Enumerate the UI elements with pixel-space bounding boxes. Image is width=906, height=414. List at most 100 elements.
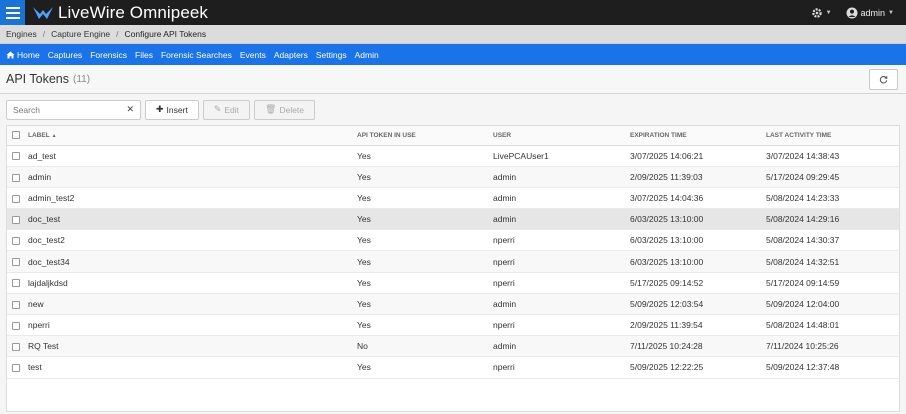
token-count: (11) [73, 73, 91, 85]
row-checkbox[interactable] [12, 173, 20, 182]
row-checkbox[interactable] [12, 343, 20, 352]
cell-label: admin [28, 166, 357, 188]
cell-expiration: 5/09/2025 12:03:54 [630, 293, 766, 316]
column-header-in-use[interactable]: API Token in Use [357, 126, 493, 146]
nav-home[interactable]: Home [6, 50, 40, 60]
cell-label: test [28, 356, 357, 379]
nav-adapters[interactable]: Adapters [274, 50, 308, 60]
bird-logo-icon [33, 6, 53, 19]
cell-in-use: Yes [357, 145, 493, 167]
refresh-button[interactable] [869, 69, 898, 90]
edit-label: Edit [224, 104, 240, 115]
column-header-label[interactable]: Label ▲ [28, 126, 357, 146]
delete-label: Delete [279, 104, 305, 115]
insert-label: Insert [166, 104, 188, 115]
edit-button[interactable]: ✎ Edit [202, 99, 251, 120]
sort-ascending-icon: ▲ [51, 132, 57, 139]
nav-forensic-searches[interactable]: Forensic Searches [161, 50, 232, 60]
cell-user: nperri [493, 272, 630, 294]
cell-last-activity: 5/08/2024 14:23:33 [766, 187, 899, 210]
row-checkbox[interactable] [12, 279, 20, 288]
cell-last-activity: 5/08/2024 14:32:51 [766, 250, 899, 273]
table-row[interactable]: doc_test Yes admin 6/03/2025 13:10:00 5/08/2… [7, 208, 899, 231]
cell-label: ad_test [28, 145, 357, 167]
row-checkbox[interactable] [12, 194, 20, 203]
cell-in-use: No [357, 335, 493, 358]
cell-expiration: 3/07/2025 14:06:21 [630, 145, 766, 167]
table-row[interactable]: new Yes admin 5/09/2025 12:03:54 5/09/2024 1… [7, 293, 899, 316]
delete-button[interactable]: 🗑 Delete [254, 99, 316, 120]
nav-admin[interactable]: Admin [355, 50, 379, 60]
cell-expiration: 3/07/2025 14:04:36 [630, 187, 766, 210]
row-checkbox[interactable] [12, 215, 20, 224]
nav-events[interactable]: Events [240, 50, 266, 60]
cell-in-use: Yes [357, 229, 493, 252]
toolbar: ✕ ✚ Insert ✎ Edit 🗑 Delete [0, 97, 906, 122]
cell-expiration: 6/03/2025 13:10:00 [630, 229, 766, 252]
cell-in-use: Yes [357, 314, 493, 337]
cell-in-use: Yes [357, 187, 493, 210]
column-header-last-activity[interactable]: Last Activity Time [766, 126, 899, 146]
tokens-table-container: Label ▲ API Token in Use User Expiration … [6, 125, 900, 412]
table-row[interactable]: test Yes nperri 5/09/2025 12:22:25 5/09/2024… [7, 356, 899, 379]
cell-label: doc_test2 [28, 229, 357, 252]
table-header-row: Label ▲ API Token in Use User Expiration … [7, 126, 899, 146]
main-nav: Home Captures Forensics Files Forensic S… [0, 44, 906, 65]
cell-label: new [28, 293, 357, 316]
cell-expiration: 6/03/2025 13:10:00 [630, 208, 766, 231]
main-content: API Tokens (11) ✕ ✚ Insert ✎ Edit 🗑 Dele… [0, 65, 906, 414]
table-row[interactable]: admin Yes admin 2/09/2025 11:39:03 5/17/2024… [7, 166, 899, 188]
cell-label: nperri [28, 314, 357, 337]
row-checkbox[interactable] [12, 321, 20, 330]
column-header-expiration[interactable]: Expiration Time [630, 126, 766, 146]
insert-button[interactable]: ✚ Insert [145, 99, 199, 120]
cell-in-use: Yes [357, 166, 493, 188]
cell-in-use: Yes [357, 272, 493, 294]
breadcrumb-engines[interactable]: Engines [6, 29, 37, 39]
search-input[interactable] [13, 104, 127, 115]
nav-home-label: Home [17, 49, 40, 60]
nav-forensics[interactable]: Forensics [90, 50, 127, 60]
cell-expiration: 6/03/2025 13:10:00 [630, 250, 766, 273]
row-checkbox[interactable] [12, 258, 20, 267]
nav-captures[interactable]: Captures [48, 50, 83, 60]
cell-label: doc_test34 [28, 250, 357, 273]
row-checkbox[interactable] [12, 300, 20, 309]
row-checkbox[interactable] [12, 152, 20, 161]
cell-user: nperri [493, 314, 630, 337]
user-menu[interactable]: admin ▼ [846, 7, 894, 19]
table-row[interactable]: doc_test34 Yes nperri 6/03/2025 13:10:00 5/0… [7, 250, 899, 273]
chevron-down-icon: ▼ [888, 9, 894, 16]
cell-last-activity: 5/08/2024 14:30:37 [766, 229, 899, 252]
breadcrumb-separator: / [42, 29, 46, 39]
cell-user: admin [493, 208, 630, 231]
row-checkbox[interactable] [12, 364, 20, 373]
nav-files[interactable]: Files [135, 50, 153, 60]
cell-user: nperri [493, 250, 630, 273]
cell-user: admin [493, 293, 630, 316]
plus-icon: ✚ [156, 104, 164, 114]
cell-expiration: 5/17/2025 09:14:52 [630, 272, 766, 294]
breadcrumb-capture-engine[interactable]: Capture Engine [51, 29, 110, 39]
row-checkbox[interactable] [12, 237, 20, 246]
breadcrumb-current: Configure API Tokens [124, 29, 207, 39]
cell-label: admin_test2 [28, 187, 357, 210]
user-name: admin [860, 7, 886, 18]
cell-last-activity: 5/17/2024 09:29:45 [766, 166, 899, 188]
table-row[interactable]: RQ Test No admin 7/11/2025 10:24:28 7/11/202… [7, 335, 899, 358]
table-row[interactable]: admin_test2 Yes admin 3/07/2025 14:04:36 5/0… [7, 187, 899, 210]
user-icon [846, 7, 858, 18]
select-all-checkbox[interactable] [12, 131, 20, 140]
table-row[interactable]: nperri Yes nperri 2/09/2025 11:39:54 5/08/20… [7, 314, 899, 337]
settings-dropdown[interactable]: ▼ [811, 7, 832, 19]
table-row[interactable]: ad_test Yes LivePCAUser1 3/07/2025 14:06:21… [7, 145, 899, 167]
cell-last-activity: 5/17/2024 09:14:59 [766, 272, 899, 294]
table-row[interactable]: lajdaljkdsd Yes nperri 5/17/2025 09:14:52 5/… [7, 272, 899, 294]
hamburger-menu-icon[interactable] [0, 0, 25, 25]
nav-settings[interactable]: Settings [316, 50, 347, 60]
home-icon [6, 51, 15, 58]
cell-label: lajdaljkdsd [28, 272, 357, 294]
table-row[interactable]: doc_test2 Yes nperri 6/03/2025 13:10:00 5/08… [7, 229, 899, 252]
column-header-user[interactable]: User [493, 126, 630, 146]
clear-search-icon[interactable]: ✕ [126, 104, 134, 115]
